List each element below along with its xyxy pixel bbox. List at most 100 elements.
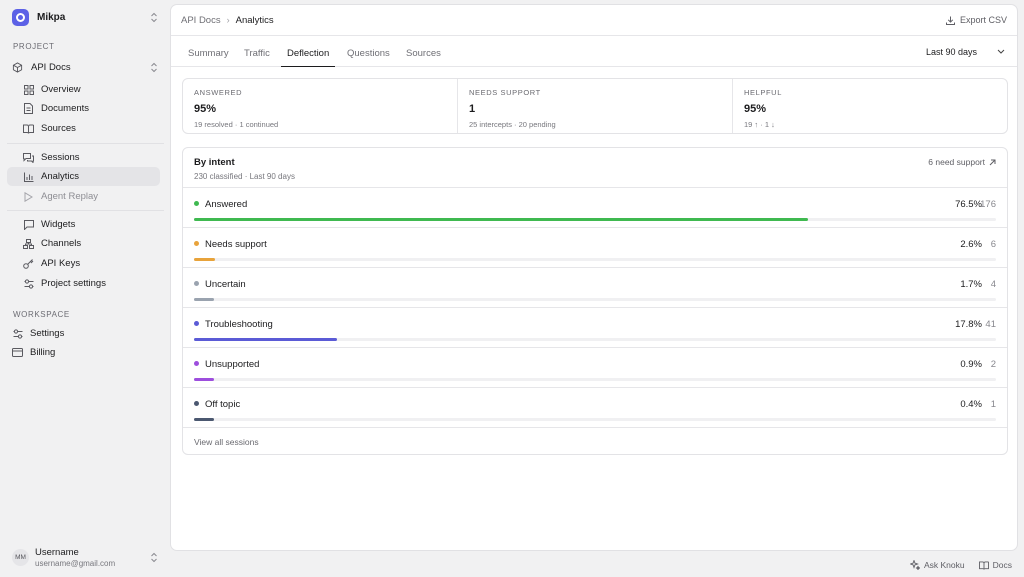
sidebar-item-documents[interactable]: Documents — [7, 99, 160, 118]
date-range-select[interactable]: Last 90 days — [926, 36, 1005, 67]
sidebar-item-label: Sources — [41, 123, 76, 134]
intent-count: 41 — [985, 319, 996, 330]
intent-bar-track — [194, 378, 996, 381]
sidebar-item-label: Widgets — [41, 219, 76, 230]
intent-dot — [194, 401, 199, 406]
intent-dot — [194, 201, 199, 206]
intent-bar-track — [194, 298, 996, 301]
tab-traffic[interactable]: Traffic — [238, 36, 276, 67]
intent-count: 6 — [990, 239, 996, 250]
sidebar-item-label: Channels — [41, 238, 82, 249]
project-name: API Docs — [31, 61, 71, 73]
sidebar: Mikpa PROJECT API Docs Overview Document… — [0, 0, 168, 577]
tab-questions[interactable]: Questions — [341, 36, 396, 67]
intent-row[interactable]: Unsupported 0.9% 2 — [183, 348, 1007, 388]
sidebar-item-label: Documents — [41, 103, 90, 114]
intent-dot — [194, 241, 199, 246]
sidebar-item-label: API Keys — [41, 258, 81, 269]
sidebar-item-overview[interactable]: Overview — [7, 80, 160, 99]
ask-knoku-label: Ask Knoku — [923, 560, 965, 570]
document-icon — [23, 103, 34, 114]
stat-value: 95% — [744, 103, 767, 115]
arrow-up-right-icon — [989, 159, 996, 165]
chevron-updown-icon — [150, 62, 158, 73]
intent-percent: 1.7% — [960, 279, 982, 290]
sidebar-item-project-settings[interactable]: Project settings — [7, 274, 160, 293]
sidebar-item-sources[interactable]: Sources — [7, 119, 160, 138]
sidebar-item-agent-replay[interactable]: Agent Replay — [7, 187, 160, 206]
export-csv-button[interactable]: Export CSV — [945, 15, 1007, 25]
sidebar-item-channels[interactable]: Channels — [7, 234, 160, 253]
sidebar-item-sessions[interactable]: Sessions — [7, 148, 160, 167]
intent-bar-fill — [194, 298, 215, 301]
stats-card: ANSWERED 95% 19 resolved · 1 continued N… — [182, 78, 1008, 134]
intent-count: 176 — [980, 199, 996, 210]
stat-answered: ANSWERED 95% 19 resolved · 1 continued — [183, 79, 458, 133]
stat-value: 95% — [194, 103, 217, 115]
intent-row[interactable]: Answered 76.5% 176 — [183, 188, 1007, 228]
view-all-sessions-link[interactable]: View all sessions — [183, 428, 1007, 454]
sliders-icon — [23, 278, 34, 289]
tab-deflection[interactable]: Deflection — [281, 36, 336, 67]
stat-subtext: 19 ↑ · 1 ↓ — [744, 120, 775, 129]
intent-label: Unsupported — [205, 359, 260, 370]
grid-icon — [23, 84, 34, 95]
org-name: Mikpa — [37, 12, 66, 23]
stat-subtext: 25 intercepts · 20 pending — [469, 120, 556, 129]
stat-subtext: 19 resolved · 1 continued — [194, 120, 279, 129]
intent-row[interactable]: Needs support 2.6% 6 — [183, 228, 1007, 268]
intent-title: By intent — [194, 157, 235, 168]
user-email: username@gmail.com — [35, 558, 116, 568]
intent-bar-track — [194, 338, 996, 341]
intent-bar-track — [194, 218, 996, 221]
sidebar-item-analytics[interactable]: Analytics — [7, 167, 160, 186]
stat-label: ANSWERED — [194, 88, 243, 97]
intent-bar-fill — [194, 338, 337, 341]
top-bar: API Docs › Analytics Export CSV — [171, 5, 1017, 36]
intent-row[interactable]: Troubleshooting 17.8% 41 — [183, 308, 1007, 348]
intent-percent: 0.4% — [960, 399, 982, 410]
avatar: MM — [12, 548, 29, 566]
user-menu[interactable]: MM Username username@gmail.com — [12, 546, 158, 568]
ask-knoku-button[interactable]: Ask Knoku — [909, 560, 965, 570]
bar-chart-icon — [23, 171, 34, 182]
intent-bar-fill — [194, 258, 215, 261]
need-support-link[interactable]: 6 need support — [928, 157, 996, 167]
intent-label: Needs support — [205, 239, 267, 250]
project-switcher[interactable]: API Docs — [12, 60, 158, 74]
key-icon — [23, 258, 34, 269]
sidebar-item-label: Sessions — [41, 152, 80, 163]
sidebar-item-widgets[interactable]: Widgets — [7, 215, 160, 234]
intent-bar-track — [194, 418, 996, 421]
intent-count: 1 — [990, 399, 996, 410]
sidebar-item-api-keys[interactable]: API Keys — [7, 254, 160, 273]
tab-sources[interactable]: Sources — [400, 36, 447, 67]
intent-count: 4 — [990, 279, 996, 290]
intent-label: Troubleshooting — [205, 319, 273, 330]
date-range-value: Last 90 days — [925, 46, 977, 57]
stat-helpful: HELPFUL 95% 19 ↑ · 1 ↓ — [733, 79, 1007, 133]
chevron-updown-icon — [150, 552, 158, 563]
breadcrumb-separator: › — [226, 15, 230, 25]
sidebar-item-billing[interactable]: Billing — [7, 343, 160, 362]
sidebar-item-label: Analytics — [41, 171, 80, 182]
docs-button[interactable]: Docs — [978, 560, 1012, 570]
message-square-icon — [23, 219, 34, 230]
divider — [7, 143, 164, 144]
network-icon — [23, 238, 34, 249]
intent-label: Uncertain — [205, 279, 246, 290]
intent-dot — [194, 361, 199, 366]
org-logo — [12, 9, 29, 26]
sidebar-item-settings[interactable]: Settings — [7, 324, 160, 343]
intent-bar-track — [194, 258, 996, 261]
breadcrumb-parent[interactable]: API Docs — [181, 15, 221, 26]
sidebar-item-label: Overview — [41, 84, 81, 95]
stat-label: HELPFUL — [744, 88, 782, 97]
intent-row[interactable]: Uncertain 1.7% 4 — [183, 268, 1007, 308]
stat-needs-support: NEEDS SUPPORT 1 25 intercepts · 20 pendi… — [458, 79, 733, 133]
sliders-icon — [12, 328, 23, 339]
intent-bar-fill — [194, 218, 808, 221]
intent-row[interactable]: Off topic 0.4% 1 — [183, 388, 1007, 428]
tab-summary[interactable]: Summary — [182, 36, 235, 67]
org-switcher[interactable]: Mikpa — [12, 9, 158, 26]
